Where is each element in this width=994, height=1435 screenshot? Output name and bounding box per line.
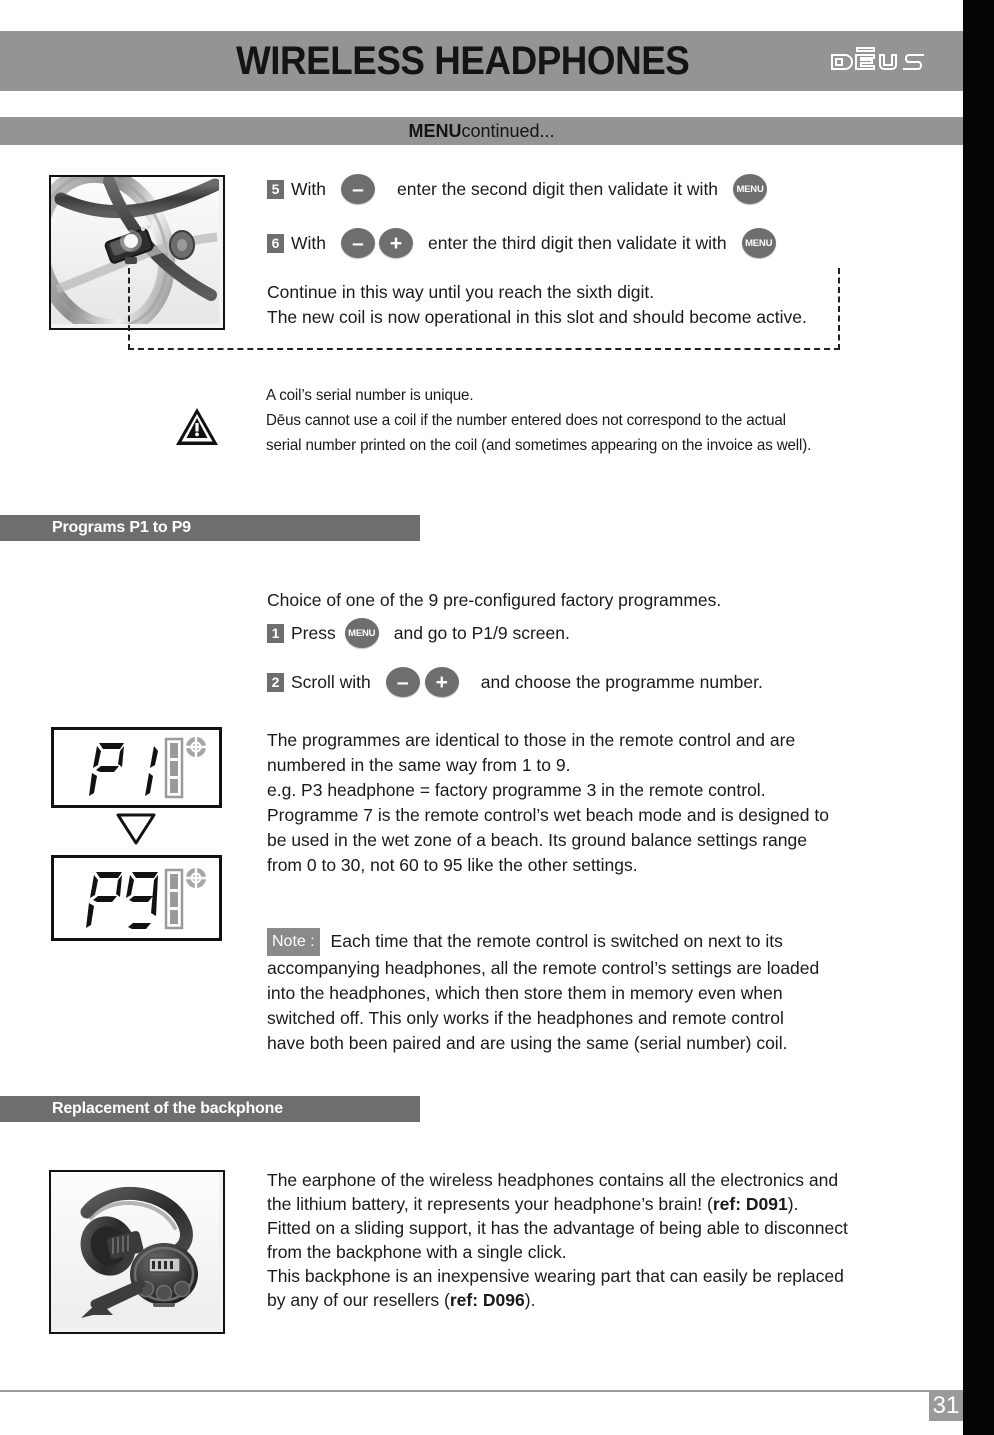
warning-line-2: Dēus cannot use a coil if the number ent…	[266, 412, 786, 429]
programs-intro-text: Choice of one of the 9 pre-configured fa…	[267, 590, 722, 610]
callout-dashed-bracket	[128, 268, 840, 350]
menu-button[interactable]: MENU	[733, 174, 768, 204]
battery-indicator-icon	[164, 868, 184, 930]
backphone-line-2-text: the lithium battery, it represents your …	[267, 1194, 713, 1214]
section-header-programs: Programs P1 to P9	[0, 515, 420, 541]
step-number-badge: 6	[267, 233, 284, 253]
plus-button[interactable]: +	[424, 667, 459, 697]
target-crosshair-icon	[184, 735, 208, 759]
backphone-line: Fitted on a sliding support, it has the …	[267, 1218, 848, 1238]
note-block: Note : Each time that the remote control…	[267, 928, 947, 1056]
paren-close: ).	[524, 1290, 536, 1310]
backphone-line: from the backphone with a single click.	[267, 1242, 567, 1262]
warning-text: A coil’s serial number is unique. Dēus c…	[266, 383, 911, 458]
footer-divider	[0, 1390, 963, 1392]
programmes-body-paragraph: The programmes are identical to those in…	[267, 728, 939, 878]
backphone-line-2: the lithium battery, it represents your …	[267, 1192, 939, 1216]
minus-button[interactable]: –	[341, 228, 375, 258]
page-spine-bar	[963, 0, 994, 1435]
note-line: accompanying headphones, all the remote …	[267, 958, 820, 978]
backphone-line-6-text: by any of our resellers (	[267, 1290, 450, 1310]
backphone-line-6: by any of our resellers (ref: D096).	[267, 1288, 939, 1312]
backphone-line: This backphone is an inexpensive wearing…	[267, 1266, 844, 1286]
lcd-screen-p9	[51, 855, 222, 941]
menu-bar-rest-label: continued...	[461, 120, 555, 141]
step-row-5: 5 With – enter the second digit then val…	[267, 174, 768, 204]
note-line-1-text: Each time that the remote control is swi…	[325, 931, 783, 951]
warning-triangle-icon	[174, 406, 220, 448]
backphone-line: The earphone of the wireless headphones …	[267, 1170, 839, 1190]
step-instruction-text: enter the third digit then validate it w…	[428, 232, 727, 253]
step-lead-text: With	[291, 178, 326, 199]
step-instruction-text: and choose the programme number.	[480, 671, 763, 692]
menu-button[interactable]: MENU	[741, 228, 776, 258]
page-title: WIRELESS HEADPHONES	[236, 38, 690, 83]
note-line: switched off. This only works if the hea…	[267, 1008, 784, 1028]
target-crosshair-icon	[184, 866, 208, 890]
step-lead-text: With	[291, 232, 326, 253]
programmes-body-line: from 0 to 30, not 60 to 95 like the othe…	[267, 855, 638, 875]
programmes-body-line: The programmes are identical to those in…	[267, 730, 796, 750]
program-step-row-1: 1 Press MENU and go to P1/9 screen.	[267, 618, 570, 648]
plus-button[interactable]: +	[379, 228, 413, 258]
programmes-body-line: e.g. P3 headphone = factory programme 3 …	[267, 780, 766, 800]
step-lead-text: Press	[291, 622, 336, 643]
section-bar-menu-continued: MENU continued...	[0, 117, 963, 145]
warning-line-3: serial number printed on the coil (and s…	[266, 437, 812, 454]
step-number-badge: 5	[267, 179, 284, 199]
ref-d096: ref: D096	[449, 1290, 525, 1310]
note-line: have both been paired and are using the …	[267, 1033, 788, 1053]
minus-button[interactable]: –	[385, 667, 420, 697]
programmes-body-line: numbered in the same way from 1 to 9.	[267, 755, 571, 775]
section-header-programs-label: Programs P1 to P9	[52, 519, 191, 536]
down-triangle-arrow-icon	[115, 812, 157, 846]
programmes-body-line: Programme 7 is the remote control’s wet …	[267, 805, 829, 825]
deus-logo	[815, 46, 945, 76]
step-number-badge: 1	[267, 623, 284, 643]
paren-close: ).	[787, 1194, 799, 1214]
warning-line-1: A coil’s serial number is unique.	[266, 387, 474, 404]
page-header: WIRELESS HEADPHONES	[0, 31, 963, 91]
menu-button[interactable]: MENU	[344, 618, 379, 648]
menu-bar-strong-label: MENU	[408, 120, 462, 141]
wireless-headphone-photo	[49, 1170, 225, 1334]
step-lead-text: Scroll with	[291, 671, 371, 692]
note-line-1: Note : Each time that the remote control…	[267, 928, 947, 956]
step-instruction-text: enter the second digit then validate it …	[397, 178, 719, 199]
programmes-body-line: be used in the wet zone of a beach. Its …	[267, 830, 807, 850]
backphone-body-paragraph: The earphone of the wireless headphones …	[267, 1168, 939, 1312]
section-header-backphone-label: Replacement of the backphone	[52, 1100, 283, 1117]
note-label-badge: Note :	[267, 928, 320, 956]
step-instruction-text: and go to P1/9 screen.	[393, 622, 570, 643]
battery-indicator-icon	[164, 737, 184, 799]
lcd-screen-p1	[51, 727, 222, 808]
step-row-6: 6 With – + enter the third digit then va…	[267, 228, 776, 258]
program-step-row-2: 2 Scroll with – + and choose the program…	[267, 667, 763, 697]
page-number: 31	[929, 1390, 963, 1421]
note-line: into the headphones, which then store th…	[267, 983, 783, 1003]
minus-button[interactable]: –	[341, 174, 375, 204]
ref-d091: ref: D091	[712, 1194, 788, 1214]
section-header-backphone: Replacement of the backphone	[0, 1096, 420, 1122]
step-number-badge: 2	[267, 672, 284, 692]
